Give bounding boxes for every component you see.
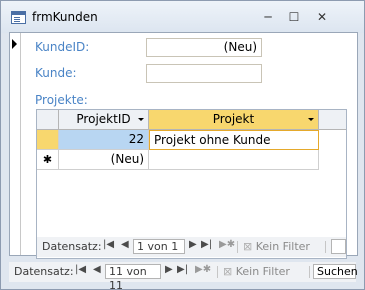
first-record-button[interactable]: |◀ <box>103 239 114 250</box>
subform-filter-indicator[interactable]: ⊠ Kein Filter <box>243 240 310 253</box>
main-record-number[interactable]: 11 von 11 <box>105 264 161 289</box>
table-cell-new-projektid[interactable]: (Neu) <box>59 150 149 170</box>
first-record-button[interactable]: |◀ <box>75 264 86 275</box>
main-filter-indicator[interactable]: ⊠ Kein Filter <box>223 265 290 278</box>
table-cell-new-projekt[interactable] <box>149 150 319 170</box>
column-header-projekt[interactable]: Projekt <box>149 110 319 130</box>
column-header-projekt-label: Projekt <box>212 112 255 126</box>
title-bar: frmKunden ─ ☐ ✕ <box>1 1 364 33</box>
minimize-button[interactable]: ─ <box>258 9 278 25</box>
kundeid-label: KundeID: <box>35 40 90 54</box>
nav-divider <box>309 266 310 278</box>
new-record-icon: ✱ <box>37 150 59 170</box>
main-filter-label: Kein Filter <box>235 265 290 278</box>
window-title: frmKunden <box>32 10 98 24</box>
grid-select-all[interactable] <box>37 110 59 130</box>
column-header-projektid[interactable]: ProjektID <box>59 110 149 130</box>
kunde-field[interactable] <box>146 64 262 83</box>
search-box[interactable]: Suchen <box>313 264 358 279</box>
nav-divider <box>217 266 218 278</box>
nav-divider <box>325 241 326 253</box>
filter-icon: ⊠ <box>243 240 256 253</box>
subform-search-box[interactable] <box>331 239 346 254</box>
main-nav-label: Datensatz: <box>14 265 74 278</box>
next-record-button[interactable]: ▶ <box>189 239 197 250</box>
form-detail: KundeID: (Neu) Kunde: Projekte: ProjektI… <box>9 32 358 259</box>
next-record-button[interactable]: ▶ <box>165 264 173 275</box>
chevron-down-icon[interactable] <box>138 118 144 121</box>
subform-record-navigation: Datensatz: |◀ ◀ 1 von 1 ▶ ▶| ▶✱ ⊠ Kein F… <box>37 237 346 257</box>
kundeid-field[interactable]: (Neu) <box>146 38 262 57</box>
subform-filter-label: Kein Filter <box>255 240 310 253</box>
row-selector-current[interactable] <box>37 130 59 150</box>
last-record-button[interactable]: ▶| <box>201 239 212 250</box>
current-record-icon <box>12 39 17 49</box>
previous-record-button[interactable]: ◀ <box>93 264 101 275</box>
close-button[interactable]: ✕ <box>312 9 332 25</box>
new-record-button[interactable]: ▶✱ <box>219 239 235 250</box>
subform-nav-label: Datensatz: <box>42 240 102 253</box>
new-record-button[interactable]: ▶✱ <box>195 264 211 275</box>
projekte-label: Projekte: <box>35 93 88 107</box>
nav-divider <box>237 241 238 253</box>
record-selector[interactable] <box>10 33 21 255</box>
table-cell-projektid[interactable]: 22 <box>59 130 149 150</box>
subform-record-number[interactable]: 1 von 1 <box>133 239 185 254</box>
filter-icon: ⊠ <box>223 265 236 278</box>
form-icon <box>11 11 26 24</box>
main-record-navigation: Datensatz: |◀ ◀ 11 von 11 ▶ ▶| ▶✱ ⊠ Kein… <box>9 262 358 289</box>
kunde-label: Kunde: <box>35 66 77 80</box>
chevron-down-icon[interactable] <box>308 118 314 121</box>
projekte-subform: ProjektID Projekt 22 Projekt ohne Kunde … <box>36 109 347 259</box>
last-record-button[interactable]: ▶| <box>177 264 188 275</box>
column-header-projektid-label: ProjektID <box>76 112 131 126</box>
table-cell-projekt[interactable]: Projekt ohne Kunde <box>149 130 319 150</box>
form-window: frmKunden ─ ☐ ✕ KundeID: (Neu) Kunde: Pr… <box>0 0 365 290</box>
previous-record-button[interactable]: ◀ <box>121 239 129 250</box>
maximize-button[interactable]: ☐ <box>284 9 304 25</box>
grid-header-filler <box>319 110 346 130</box>
